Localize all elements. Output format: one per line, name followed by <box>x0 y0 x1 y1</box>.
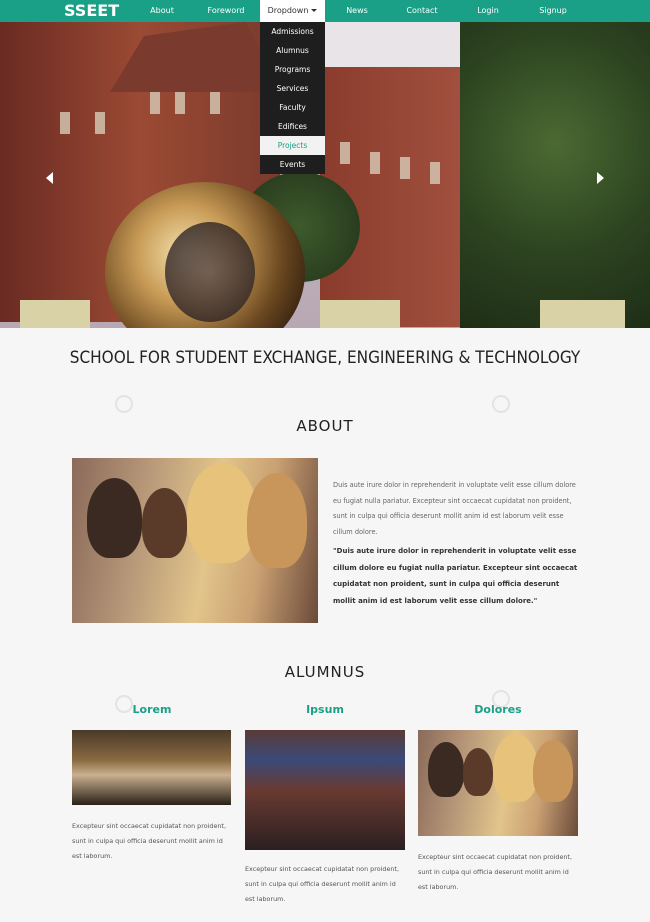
dropdown-item-alumnus[interactable]: Alumnus <box>260 41 325 60</box>
hero-window <box>340 142 350 164</box>
navbar: SSEET About Foreword Dropdown News Conta… <box>0 0 650 22</box>
alumnus-image-person <box>428 742 464 797</box>
alumnus-col-title: Lorem <box>132 703 172 716</box>
dropdown-item-edifices[interactable]: Edifices <box>260 117 325 136</box>
dropdown-item-services[interactable]: Services <box>260 79 325 98</box>
alumnus-image-students <box>418 730 578 836</box>
alumnus-image-person <box>463 748 493 796</box>
nav-contact[interactable]: Contact <box>398 0 446 22</box>
dropdown-item-faculty[interactable]: Faculty <box>260 98 325 117</box>
brand-logo[interactable]: SSEET <box>64 0 119 22</box>
dropdown-menu: Admissions Alumnus Programs Services Fac… <box>260 22 325 174</box>
about-heading: ABOUT <box>296 417 354 435</box>
nav-news[interactable]: News <box>335 0 379 22</box>
carousel-next-icon[interactable] <box>597 172 604 184</box>
hero-awning <box>20 300 90 328</box>
hero-window <box>175 92 185 114</box>
dropdown-item-projects[interactable]: Projects <box>260 136 325 155</box>
alumnus-image-person <box>533 740 573 802</box>
hero-window <box>370 152 380 174</box>
hero-window <box>95 112 105 134</box>
hero-window <box>430 162 440 184</box>
caret-down-icon <box>311 9 318 12</box>
about-quote: "Duis aute irure dolor in reprehenderit … <box>333 547 578 605</box>
alumnus-heading: ALUMNUS <box>284 663 366 681</box>
alumnus-image-gathering <box>245 730 405 850</box>
carousel-prev-icon[interactable] <box>46 172 53 184</box>
background-decoration <box>115 395 133 413</box>
alumnus-col-title: Dolores <box>474 703 522 716</box>
nav-foreword[interactable]: Foreword <box>200 0 252 22</box>
dropdown-item-events[interactable]: Events <box>260 155 325 174</box>
alumnus-col-text: Excepteur sint occaecat cupidatat non pr… <box>418 853 572 891</box>
nav-dropdown-label: Dropdown <box>267 6 309 15</box>
page-title: SCHOOL FOR STUDENT EXCHANGE, ENGINEERING… <box>69 348 581 368</box>
hero-sphere-inner <box>165 222 255 322</box>
nav-dropdown[interactable]: Dropdown <box>260 0 325 22</box>
about-image-person <box>142 488 187 558</box>
hero-window <box>400 157 410 179</box>
hero-window <box>60 112 70 134</box>
alumnus-image-person <box>493 734 538 802</box>
nav-login[interactable]: Login <box>466 0 510 22</box>
alumnus-col-title: Ipsum <box>306 703 344 716</box>
about-image <box>72 458 318 623</box>
hero-awning <box>540 300 625 328</box>
about-image-person <box>247 473 307 568</box>
nav-about[interactable]: About <box>140 0 184 22</box>
about-paragraph: Duis aute irure dolor in reprehenderit i… <box>333 481 576 536</box>
alumnus-col-text: Excepteur sint occaecat cupidatat non pr… <box>72 822 226 860</box>
alumnus-col-text: Excepteur sint occaecat cupidatat non pr… <box>245 865 399 903</box>
dropdown-item-admissions[interactable]: Admissions <box>260 22 325 41</box>
hero-window <box>150 92 160 114</box>
hero-window <box>210 92 220 114</box>
background-decoration <box>492 395 510 413</box>
hero-awning <box>320 300 400 328</box>
about-image-person <box>87 478 142 558</box>
hero-trees <box>460 22 650 328</box>
hero-carousel <box>0 22 650 328</box>
alumnus-image-graduation <box>72 730 231 805</box>
dropdown-item-programs[interactable]: Programs <box>260 60 325 79</box>
nav-signup[interactable]: Signup <box>530 0 576 22</box>
